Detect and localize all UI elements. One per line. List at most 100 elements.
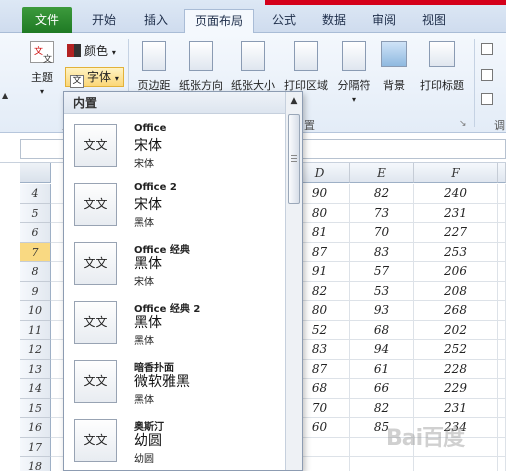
column-header-e[interactable]: E: [350, 163, 414, 183]
cell[interactable]: 228: [414, 359, 498, 379]
width-icon[interactable]: [481, 43, 493, 55]
heading-font: 黑体: [134, 256, 162, 272]
row-header[interactable]: 5: [20, 203, 51, 223]
row-header[interactable]: 14: [20, 379, 51, 399]
row-header[interactable]: 17: [20, 437, 51, 457]
dropdown-scrollbar[interactable]: ▲: [285, 92, 302, 470]
cell[interactable]: [498, 320, 506, 340]
cell[interactable]: [498, 359, 506, 379]
scroll-up-icon[interactable]: ▲: [286, 94, 302, 108]
cell[interactable]: 53: [350, 281, 414, 301]
colors-icon: [67, 44, 81, 57]
size-button[interactable]: 纸张大小: [228, 41, 278, 93]
cell[interactable]: [498, 437, 506, 457]
cell[interactable]: [498, 398, 506, 418]
cell[interactable]: 268: [414, 301, 498, 321]
cell[interactable]: 94: [350, 340, 414, 360]
tab-data[interactable]: 数据: [312, 9, 356, 33]
cell[interactable]: 208: [414, 281, 498, 301]
red-accent-bar: [265, 0, 506, 5]
font-theme-item[interactable]: 文文 奥斯汀 幼圆 幼圆: [64, 411, 286, 470]
cell[interactable]: 93: [350, 301, 414, 321]
tab-formulas[interactable]: 公式: [262, 9, 306, 33]
cell[interactable]: 231: [414, 203, 498, 223]
cell[interactable]: [498, 340, 506, 360]
themes-button[interactable]: 文文 主题 ▾: [24, 41, 60, 96]
breaks-button[interactable]: 分隔符 ▾: [334, 41, 374, 104]
row-header[interactable]: 9: [20, 281, 51, 301]
scale-icon[interactable]: [481, 93, 493, 105]
row-header[interactable]: 6: [20, 223, 51, 243]
font-theme-item[interactable]: 文文 Office 2 宋体 黑体: [64, 175, 286, 235]
dialog-launcher-icon[interactable]: ↘: [459, 119, 467, 129]
cell[interactable]: 227: [414, 223, 498, 243]
cell[interactable]: [498, 184, 506, 204]
cell[interactable]: 229: [414, 379, 498, 399]
cell[interactable]: [498, 242, 506, 262]
tab-view[interactable]: 视图: [412, 9, 456, 33]
ribbon-collapse-arrow[interactable]: ▲: [2, 91, 8, 100]
cell[interactable]: 57: [350, 262, 414, 282]
tab-home[interactable]: 开始: [82, 9, 126, 33]
tab-file[interactable]: 文件: [22, 7, 72, 33]
row-header[interactable]: 7: [20, 242, 51, 262]
column-header-next[interactable]: [498, 163, 506, 183]
grip-line: [291, 161, 297, 162]
cell[interactable]: 68: [350, 320, 414, 340]
colors-button[interactable]: 颜色 ▾: [67, 42, 116, 62]
row-header[interactable]: 4: [20, 184, 51, 204]
cell[interactable]: 70: [350, 223, 414, 243]
cell[interactable]: 240: [414, 184, 498, 204]
row-header[interactable]: 10: [20, 301, 51, 321]
margins-button[interactable]: 页边距: [134, 41, 174, 93]
cell[interactable]: 206: [414, 262, 498, 282]
fonts-button[interactable]: 文字体 ▾: [65, 67, 124, 88]
cell[interactable]: 202: [414, 320, 498, 340]
orientation-button[interactable]: 纸张方向: [176, 41, 226, 93]
row-header[interactable]: 18: [20, 457, 51, 471]
tab-page-layout[interactable]: 页面布局: [184, 9, 254, 34]
row-header[interactable]: 16: [20, 418, 51, 438]
cell[interactable]: 253: [414, 242, 498, 262]
cell[interactable]: 73: [350, 203, 414, 223]
row-header[interactable]: 11: [20, 320, 51, 340]
background-button[interactable]: 背景: [378, 41, 410, 93]
body-font: 黑体: [134, 336, 154, 347]
cell[interactable]: [498, 262, 506, 282]
cell[interactable]: [498, 457, 506, 471]
select-all-corner[interactable]: [20, 163, 51, 183]
row-header[interactable]: 13: [20, 359, 51, 379]
cell[interactable]: [414, 457, 498, 471]
row-header[interactable]: 15: [20, 398, 51, 418]
cell[interactable]: 82: [350, 184, 414, 204]
row-header[interactable]: 12: [20, 340, 51, 360]
cell[interactable]: 231: [414, 398, 498, 418]
cell[interactable]: [498, 418, 506, 438]
breaks-label: 分隔符: [337, 79, 371, 92]
row-header[interactable]: 8: [20, 262, 51, 282]
font-theme-item[interactable]: 文文 Office 宋体 宋体: [64, 116, 286, 176]
column-header-f[interactable]: F: [414, 163, 498, 183]
cell[interactable]: [498, 223, 506, 243]
cell[interactable]: 66: [350, 379, 414, 399]
cell[interactable]: [498, 281, 506, 301]
cell[interactable]: [498, 379, 506, 399]
font-theme-item[interactable]: 文文 Office 经典 黑体 宋体: [64, 234, 286, 294]
cell[interactable]: 61: [350, 359, 414, 379]
cell[interactable]: [498, 301, 506, 321]
font-theme-item[interactable]: 文文 暗香扑面 微软雅黑 黑体: [64, 352, 286, 412]
height-icon[interactable]: [481, 69, 493, 81]
print-titles-button[interactable]: 打印标题: [414, 41, 470, 93]
cell[interactable]: 82: [350, 398, 414, 418]
cell[interactable]: 83: [350, 242, 414, 262]
cell[interactable]: [350, 457, 414, 471]
print-area-button[interactable]: 打印区域: [280, 41, 332, 93]
heading-font: 宋体: [134, 197, 162, 213]
fonts-icon: 文: [70, 75, 84, 88]
tab-review[interactable]: 审阅: [362, 9, 406, 33]
font-theme-item[interactable]: 文文 Office 经典 2 黑体 黑体: [64, 293, 286, 353]
scroll-thumb[interactable]: [288, 114, 300, 204]
tab-insert[interactable]: 插入: [134, 9, 178, 33]
cell[interactable]: 252: [414, 340, 498, 360]
cell[interactable]: [498, 203, 506, 223]
